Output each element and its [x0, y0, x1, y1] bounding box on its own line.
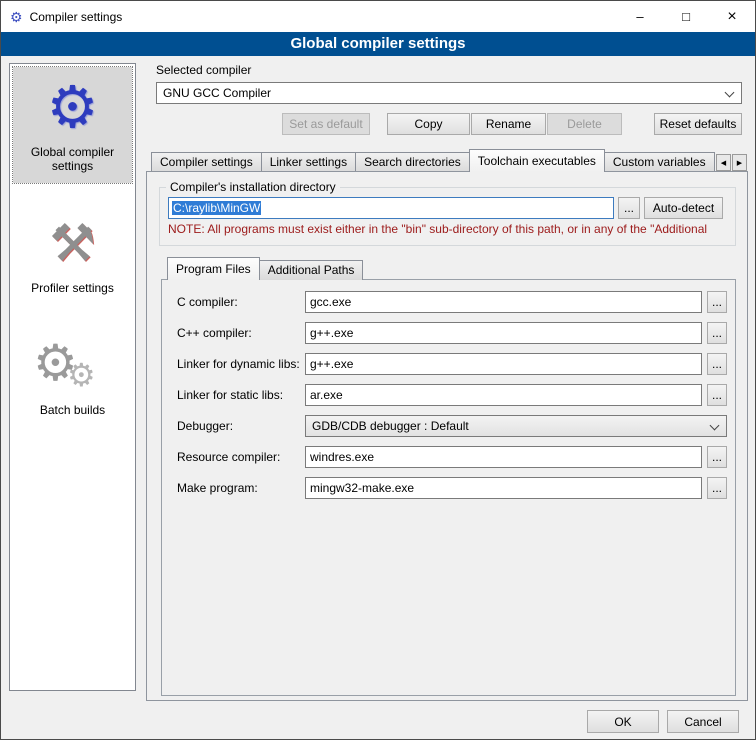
cancel-button[interactable]: Cancel — [667, 710, 739, 733]
tab-scroll-arrows: ◀ ▶ — [715, 154, 747, 171]
cpp-compiler-input[interactable] — [305, 322, 702, 344]
bin-subdirectory-note: NOTE: All programs must exist either in … — [168, 222, 728, 236]
batch-builds-gears-icon: ⚙ ⚙ — [15, 333, 130, 399]
main-panel: Selected compiler GNU GCC Compiler Set a… — [146, 61, 749, 709]
resource-compiler-label: Resource compiler: — [177, 446, 280, 468]
linker-static-browse-button[interactable]: ... — [707, 384, 727, 406]
tab-custom-variables[interactable]: Custom variables — [604, 152, 715, 172]
selected-compiler-dropdown[interactable]: GNU GCC Compiler — [156, 82, 742, 104]
selected-compiler-value: GNU GCC Compiler — [163, 86, 271, 100]
linker-static-input[interactable] — [305, 384, 702, 406]
dialog-header: Global compiler settings — [1, 32, 755, 56]
ok-button[interactable]: OK — [587, 710, 659, 733]
settings-sidebar: ⚙ Global compiler settings ⚒ Profiler se… — [9, 63, 136, 691]
debugger-label: Debugger: — [177, 415, 233, 437]
chevron-down-icon — [725, 88, 735, 98]
resource-compiler-browse-button[interactable]: ... — [707, 446, 727, 468]
make-program-input[interactable] — [305, 477, 702, 499]
c-compiler-label: C compiler: — [177, 291, 238, 313]
delete-button[interactable]: Delete — [547, 113, 622, 135]
linker-dynamic-input[interactable] — [305, 353, 702, 375]
linker-dynamic-row: Linker for dynamic libs: ... — [162, 353, 735, 375]
tab-additional-paths[interactable]: Additional Paths — [259, 260, 364, 280]
debugger-value: GDB/CDB debugger : Default — [312, 419, 469, 433]
tab-scroll-right-icon[interactable]: ▶ — [732, 154, 747, 171]
compiler-settings-dialog: ⚙ Compiler settings – □ × Global compile… — [0, 0, 756, 740]
tab-build-options-clipped[interactable]: Buil — [714, 152, 715, 172]
minimize-button[interactable]: – — [617, 1, 663, 32]
installation-directory-browse-button[interactable]: ... — [618, 197, 640, 219]
resource-compiler-input[interactable] — [305, 446, 702, 468]
installation-directory-input[interactable]: C:\raylib\MinGW — [168, 197, 614, 219]
tab-scroll-left-icon[interactable]: ◀ — [716, 154, 731, 171]
titlebar[interactable]: ⚙ Compiler settings – □ × — [1, 1, 755, 32]
autodetect-button[interactable]: Auto-detect — [644, 197, 723, 219]
sidebar-item-batch-builds[interactable]: ⚙ ⚙ Batch builds — [13, 325, 132, 427]
selected-compiler-label: Selected compiler — [156, 63, 251, 77]
close-button[interactable]: × — [709, 1, 755, 32]
program-files-tab-strip: Program Files Additional Paths — [167, 259, 362, 280]
debugger-row: Debugger: GDB/CDB debugger : Default — [162, 415, 735, 437]
reset-defaults-button[interactable]: Reset defaults — [654, 113, 742, 135]
c-compiler-input[interactable] — [305, 291, 702, 313]
make-program-row: Make program: ... — [162, 477, 735, 499]
linker-dynamic-browse-button[interactable]: ... — [707, 353, 727, 375]
linker-static-label: Linker for static libs: — [177, 384, 283, 406]
installation-directory-groupbox: Compiler's installation directory C:\ray… — [159, 180, 736, 246]
sidebar-item-label: Profiler settings — [15, 281, 130, 295]
cpp-compiler-label: C++ compiler: — [177, 322, 252, 344]
tab-search-directories[interactable]: Search directories — [355, 152, 470, 172]
window-controls: – □ × — [617, 1, 755, 32]
resource-compiler-row: Resource compiler: ... — [162, 446, 735, 468]
set-as-default-button[interactable]: Set as default — [282, 113, 370, 135]
make-program-browse-button[interactable]: ... — [707, 477, 727, 499]
settings-tab-strip: Compiler settings Linker settings Search… — [151, 149, 715, 172]
program-files-panel: C compiler: ... C++ compiler: ... Linker… — [161, 279, 736, 696]
global-compiler-gear-icon: ⚙ — [15, 75, 130, 141]
installation-directory-group-title: Compiler's installation directory — [166, 180, 340, 194]
sidebar-item-label: Global compiler settings — [15, 145, 130, 173]
c-compiler-row: C compiler: ... — [162, 291, 735, 313]
profiler-tool-icon: ⚒ — [15, 211, 130, 277]
cpp-compiler-row: C++ compiler: ... — [162, 322, 735, 344]
tab-linker-settings[interactable]: Linker settings — [261, 152, 356, 172]
sidebar-item-profiler-settings[interactable]: ⚒ Profiler settings — [13, 203, 132, 305]
window-title: Compiler settings — [30, 10, 123, 24]
tab-program-files[interactable]: Program Files — [167, 257, 260, 280]
installation-directory-selected-text: C:\raylib\MinGW — [172, 201, 261, 215]
installation-directory-row: C:\raylib\MinGW ... Auto-detect — [168, 197, 727, 219]
rename-button[interactable]: Rename — [471, 113, 546, 135]
chevron-down-icon — [710, 421, 720, 431]
tab-toolchain-executables[interactable]: Toolchain executables — [469, 149, 605, 172]
cpp-compiler-browse-button[interactable]: ... — [707, 322, 727, 344]
maximize-button[interactable]: □ — [663, 1, 709, 32]
debugger-dropdown[interactable]: GDB/CDB debugger : Default — [305, 415, 727, 437]
app-icon: ⚙ — [10, 10, 23, 24]
linker-static-row: Linker for static libs: ... — [162, 384, 735, 406]
linker-dynamic-label: Linker for dynamic libs: — [177, 353, 300, 375]
sidebar-item-label: Batch builds — [15, 403, 130, 417]
tab-compiler-settings[interactable]: Compiler settings — [151, 152, 262, 172]
sidebar-item-global-compiler-settings[interactable]: ⚙ Global compiler settings — [13, 67, 132, 183]
make-program-label: Make program: — [177, 477, 258, 499]
copy-button[interactable]: Copy — [387, 113, 470, 135]
c-compiler-browse-button[interactable]: ... — [707, 291, 727, 313]
